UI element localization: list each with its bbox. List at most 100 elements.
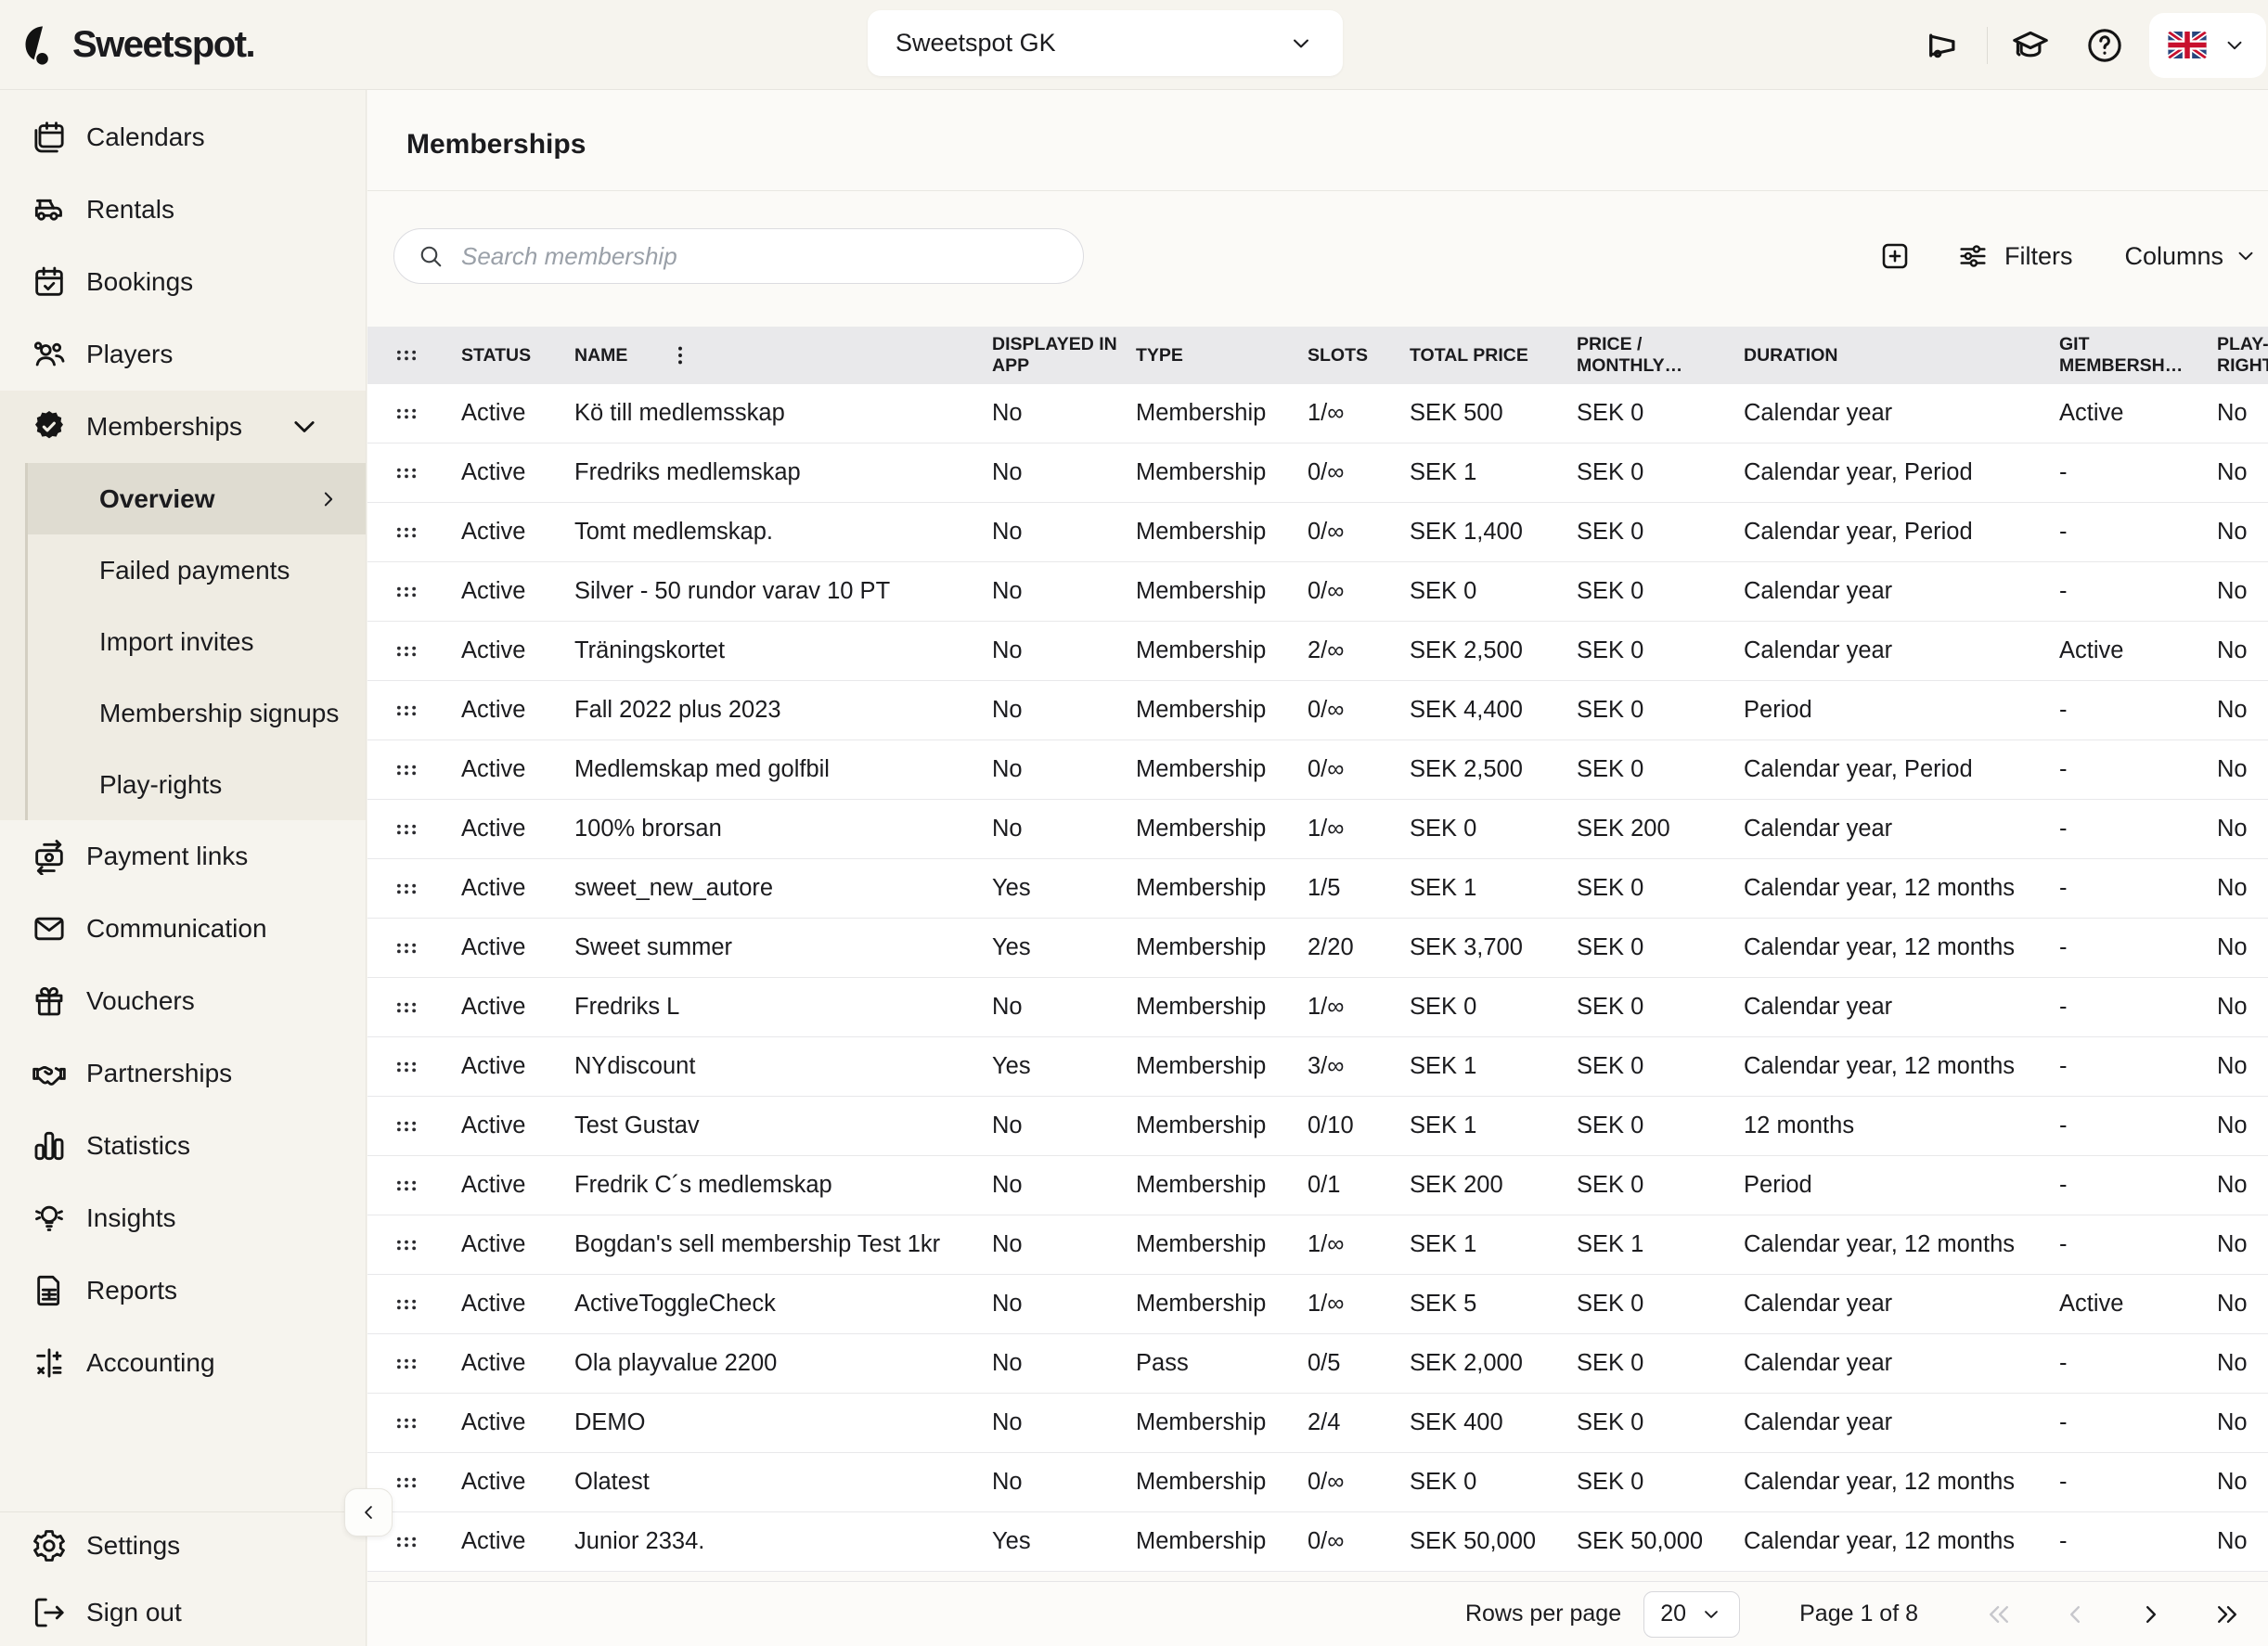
last-page-button[interactable]	[2211, 1599, 2243, 1630]
cell-total-price: SEK 500	[1393, 384, 1560, 443]
drag-handle-icon[interactable]	[393, 1409, 420, 1437]
column-header-slots[interactable]: SLOTS	[1291, 327, 1393, 384]
drag-handle-icon[interactable]	[393, 637, 420, 665]
column-header-status[interactable]: STATUS	[445, 327, 558, 384]
graduation-cap-icon[interactable]	[2010, 25, 2051, 66]
column-header-total-price[interactable]: TOTAL PRICE	[1393, 327, 1560, 384]
column-header-duration[interactable]: DURATION	[1727, 327, 2042, 384]
column-header-name[interactable]: NAME	[558, 327, 975, 384]
drag-handle-icon[interactable]	[393, 1112, 420, 1140]
sidebar-item-payment-links[interactable]: Payment links	[0, 820, 366, 893]
previous-page-button[interactable]	[2059, 1599, 2091, 1630]
drag-handle-icon[interactable]	[393, 1528, 420, 1556]
sidebar-item-insights[interactable]: Insights	[0, 1182, 366, 1254]
sidebar-item-vouchers[interactable]: Vouchers	[0, 965, 366, 1037]
table-row[interactable]: ActiveJunior 2334.YesMembership0/∞SEK 50…	[367, 1512, 2268, 1572]
drag-handle-icon[interactable]	[393, 1469, 420, 1497]
first-page-button[interactable]	[1983, 1599, 2015, 1630]
table-row[interactable]: ActiveFredrik C´s medlemskapNoMembership…	[367, 1156, 2268, 1215]
drag-handle-icon[interactable]	[393, 1291, 420, 1318]
drag-handle-icon[interactable]	[393, 875, 420, 903]
drag-handle-icon[interactable]	[393, 816, 420, 843]
sidebar-item-sign-out[interactable]: Sign out	[0, 1579, 366, 1646]
search-input[interactable]	[461, 242, 1061, 271]
table-row[interactable]: ActiveMedlemskap med golfbilNoMembership…	[367, 740, 2268, 800]
drag-handle-icon[interactable]	[393, 1231, 420, 1259]
drag-handle-icon[interactable]	[393, 934, 420, 962]
table-row[interactable]: ActiveTomt medlemskap.NoMembership0/∞SEK…	[367, 503, 2268, 562]
table-row[interactable]: ActiveFredriks LNoMembership1/∞SEK 0SEK …	[367, 978, 2268, 1037]
help-icon[interactable]	[2084, 25, 2125, 66]
rows-per-page-value: 20	[1660, 1601, 1686, 1627]
drag-handle-icon[interactable]	[393, 756, 420, 784]
cell-slots: 0/∞	[1291, 681, 1393, 739]
sidebar-subitem-failed-payments[interactable]: Failed payments	[0, 534, 366, 606]
rows-per-page-select[interactable]: 20	[1643, 1591, 1740, 1638]
add-membership-button[interactable]	[1878, 239, 1912, 273]
table-row[interactable]: Active100% brorsanNoMembership1/∞SEK 0SE…	[367, 800, 2268, 859]
sidebar-subitem-membership-signups[interactable]: Membership signups	[0, 677, 366, 749]
drag-handle-icon[interactable]	[393, 697, 420, 725]
drag-handle-icon[interactable]	[393, 994, 420, 1022]
sidebar-item-calendars[interactable]: Calendars	[0, 101, 366, 174]
table-row[interactable]: Activesweet_new_autoreYesMembership1/5SE…	[367, 859, 2268, 919]
app-logo[interactable]: Sweetspot.	[22, 0, 254, 90]
sidebar-item-statistics[interactable]: Statistics	[0, 1110, 366, 1182]
cell-drag	[367, 1156, 445, 1215]
filters-button[interactable]: Filters	[1956, 239, 2073, 273]
drag-handle-icon[interactable]	[393, 578, 420, 606]
sidebar-item-memberships[interactable]: Memberships	[0, 391, 366, 463]
cell-price-monthly: SEK 0	[1560, 444, 1727, 502]
column-header-play-right[interactable]: PLAY-RIGHT	[2200, 327, 2268, 384]
drag-handle-icon[interactable]	[393, 1172, 420, 1200]
cell-drag	[367, 1394, 445, 1452]
drag-handle-icon[interactable]	[393, 459, 420, 487]
table-row[interactable]: ActiveTräningskortetNoMembership2/∞SEK 2…	[367, 622, 2268, 681]
cell-drag	[367, 1097, 445, 1155]
column-menu-icon[interactable]	[668, 343, 692, 367]
language-selector[interactable]	[2149, 13, 2266, 78]
sidebar-subitem-overview[interactable]: Overview	[28, 463, 366, 534]
drag-handle-icon[interactable]	[393, 1053, 420, 1081]
column-header-git-membersh[interactable]: GIT MEMBERSH…	[2042, 327, 2200, 384]
table-row[interactable]: ActiveFall 2022 plus 2023NoMembership0/∞…	[367, 681, 2268, 740]
sidebar-item-bookings[interactable]: Bookings	[0, 246, 366, 318]
table-row[interactable]: ActiveTest GustavNoMembership0/10SEK 1SE…	[367, 1097, 2268, 1156]
sidebar-item-rentals[interactable]: Rentals	[0, 174, 366, 246]
sidebar-item-players[interactable]: Players	[0, 318, 366, 391]
memberships-submenu: OverviewFailed paymentsImport invitesMem…	[0, 463, 366, 820]
next-page-button[interactable]	[2135, 1599, 2167, 1630]
columns-button[interactable]: Columns	[2124, 242, 2259, 271]
sidebar-subitem-play-rights[interactable]: Play-rights	[0, 749, 366, 820]
drag-handle-icon[interactable]	[393, 400, 420, 428]
table-row[interactable]: ActiveDEMONoMembership2/4SEK 400SEK 0Cal…	[367, 1394, 2268, 1453]
lightbulb-icon	[31, 1200, 68, 1237]
table-row[interactable]: ActiveOla playvalue 2200NoPass0/5SEK 2,0…	[367, 1334, 2268, 1394]
cell-total-price: SEK 50,000	[1393, 1512, 1560, 1571]
sidebar-item-communication[interactable]: Communication	[0, 893, 366, 965]
table-row[interactable]: ActiveKö till medlemsskapNoMembership1/∞…	[367, 384, 2268, 444]
megaphone-icon[interactable]	[1924, 25, 1965, 66]
column-header-displayed-in-app[interactable]: DISPLAYED IN APP	[975, 327, 1119, 384]
sidebar-item-accounting[interactable]: Accounting	[0, 1327, 366, 1399]
sidebar-collapse-button[interactable]	[344, 1488, 393, 1537]
drag-handle-icon[interactable]	[393, 1350, 420, 1378]
club-selector[interactable]: Sweetspot GK	[868, 10, 1343, 76]
table-row[interactable]: ActiveSilver - 50 rundor varav 10 PTNoMe…	[367, 562, 2268, 622]
table-row[interactable]: ActiveBogdan's sell membership Test 1krN…	[367, 1215, 2268, 1275]
cell-drag	[367, 740, 445, 799]
sidebar-item-label: Reports	[86, 1276, 177, 1305]
drag-handle-icon[interactable]	[393, 519, 420, 547]
table-row[interactable]: ActiveSweet summerYesMembership2/20SEK 3…	[367, 919, 2268, 978]
sidebar-subitem-import-invites[interactable]: Import invites	[0, 606, 366, 677]
sidebar-item-reports[interactable]: Reports	[0, 1254, 366, 1327]
table-row[interactable]: ActiveFredriks medlemskapNoMembership0/∞…	[367, 444, 2268, 503]
column-header-type[interactable]: TYPE	[1119, 327, 1291, 384]
table-row[interactable]: ActiveNYdiscountYesMembership3/∞SEK 1SEK…	[367, 1037, 2268, 1097]
table-row[interactable]: ActiveActiveToggleCheckNoMembership1/∞SE…	[367, 1275, 2268, 1334]
column-header-price-monthly[interactable]: PRICE / MONTHLY…	[1560, 327, 1727, 384]
sidebar-item-settings[interactable]: Settings	[0, 1512, 366, 1579]
sidebar-item-partnerships[interactable]: Partnerships	[0, 1037, 366, 1110]
chevron-down-icon	[2233, 243, 2259, 269]
table-row[interactable]: ActiveOlatestNoMembership0/∞SEK 0SEK 0Ca…	[367, 1453, 2268, 1512]
